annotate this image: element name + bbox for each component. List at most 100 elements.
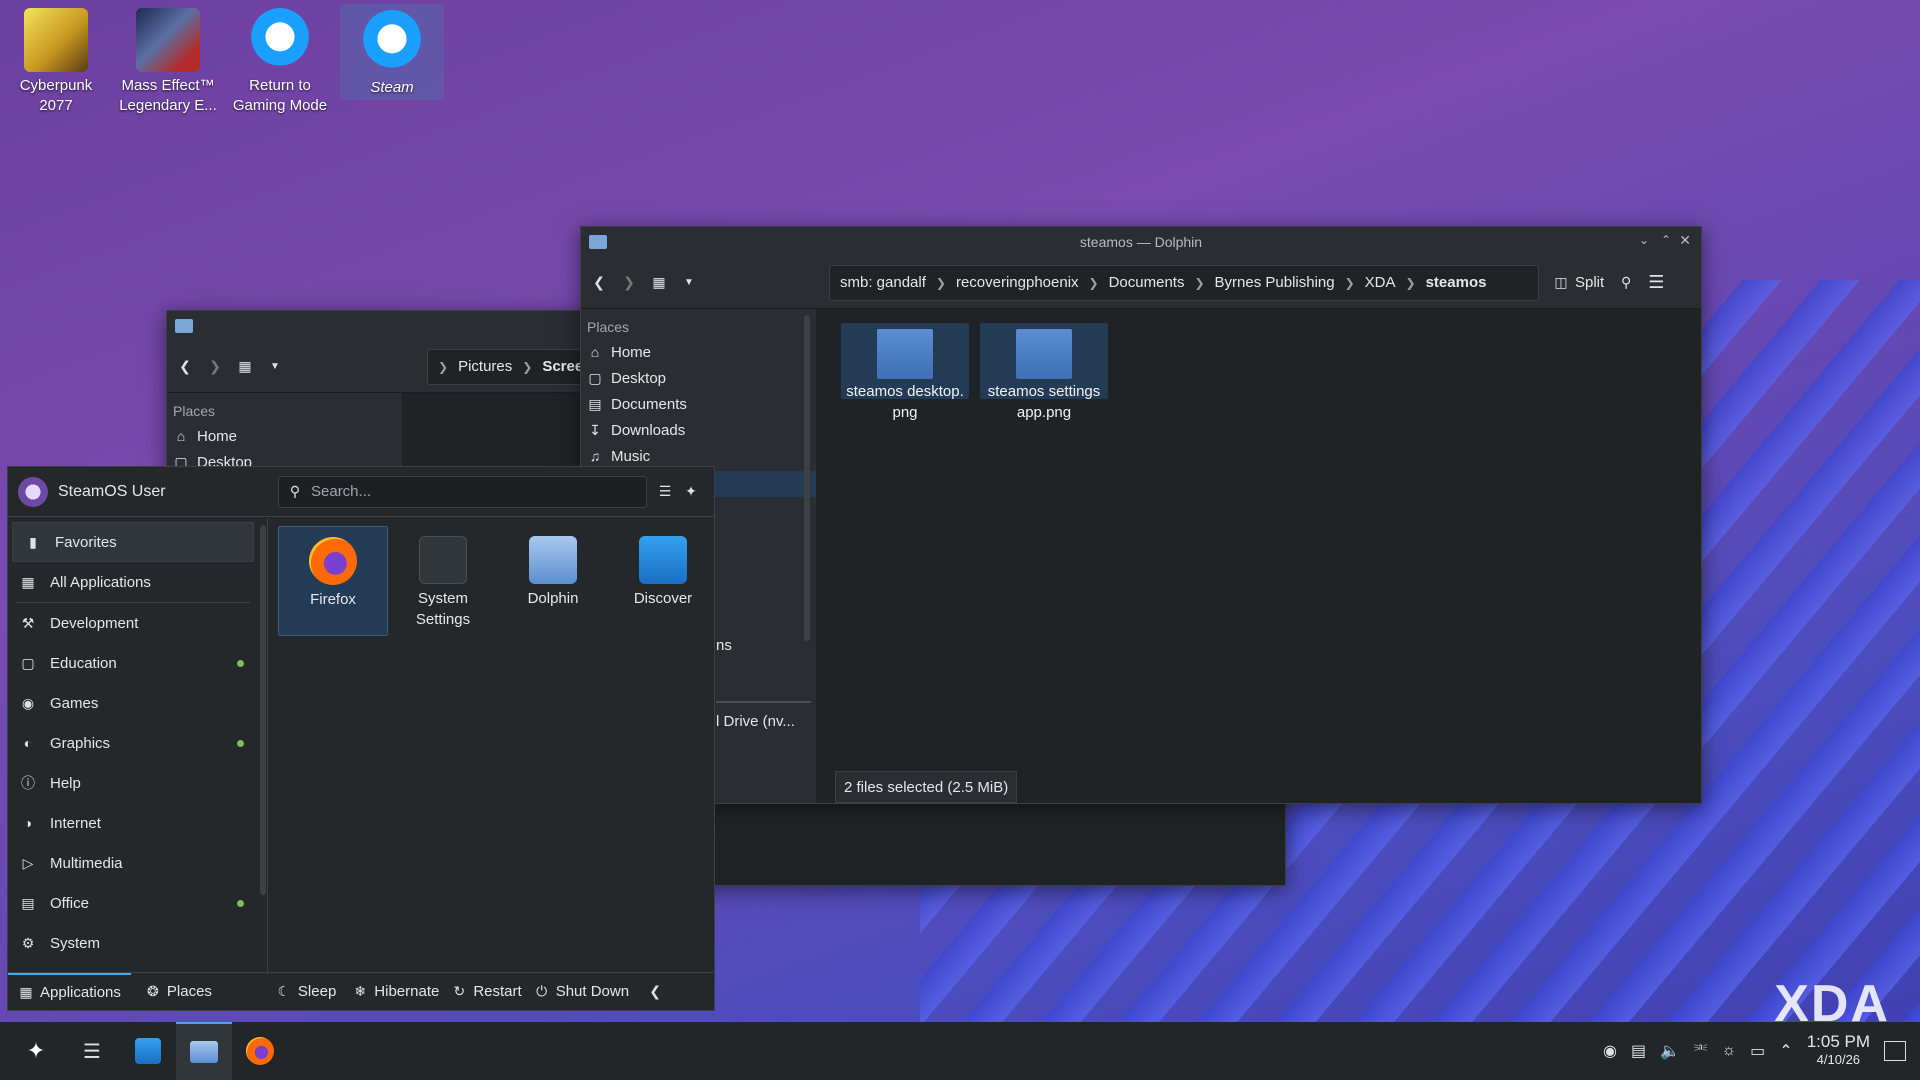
crumb-steamos[interactable]: steamos bbox=[1426, 274, 1487, 291]
place-partial-item[interactable]: ns bbox=[716, 637, 732, 654]
place-documents[interactable]: ▤ Documents bbox=[581, 391, 816, 417]
app-dolphin[interactable]: Dolphin bbox=[498, 526, 608, 636]
folder-icon bbox=[529, 536, 577, 584]
crumb-recoveringphoenix[interactable]: recoveringphoenix bbox=[956, 274, 1079, 291]
hibernate-button[interactable]: ❄ Hibernate bbox=[346, 983, 445, 1000]
network-icon[interactable]: ▭ bbox=[1750, 1041, 1765, 1061]
more-options-icon[interactable]: ❮ bbox=[647, 983, 663, 1000]
gamepad-icon: ◉ bbox=[21, 694, 35, 711]
app-discover[interactable]: Discover bbox=[608, 526, 718, 636]
crumb-smb[interactable]: smb: gandalf bbox=[840, 274, 926, 291]
close-icon[interactable]: ✕ bbox=[1679, 232, 1691, 249]
category-label: Development bbox=[50, 614, 139, 632]
taskbar-system-settings[interactable]: ☰ bbox=[64, 1022, 120, 1080]
split-button[interactable]: ◫ Split bbox=[1553, 274, 1604, 291]
places-tab[interactable]: ❂ Places bbox=[131, 983, 226, 1000]
chevron-down-icon[interactable]: ▼ bbox=[267, 361, 283, 372]
file-steamos-settings[interactable]: steamos settings app.png bbox=[980, 323, 1108, 421]
application-launcher[interactable]: SteamOS User ⚲ Search... ☰ ✦ ▮ Favorites… bbox=[7, 466, 715, 1011]
taskbar-discover[interactable] bbox=[120, 1022, 176, 1080]
desktop-icon-cyberpunk[interactable]: Cyberpunk 2077 bbox=[4, 2, 108, 116]
clock[interactable]: 1:05 PM 4/10/26 bbox=[1807, 1033, 1870, 1069]
category-all-applications[interactable]: ▦ All Applications bbox=[8, 562, 258, 602]
category-multimedia[interactable]: ▷ Multimedia bbox=[8, 843, 258, 883]
back-window-breadcrumb[interactable]: ❯ Pictures ❯ Scree bbox=[427, 348, 597, 385]
desktop-icon-mass-effect[interactable]: Mass Effect™ Legendary E... bbox=[116, 2, 220, 116]
category-education[interactable]: ▢ Education bbox=[8, 643, 258, 683]
forward-arrow-icon[interactable]: ❯ bbox=[621, 274, 637, 291]
back-arrow-icon[interactable]: ❮ bbox=[177, 358, 193, 375]
media-icon: ▷ bbox=[22, 854, 34, 871]
back-arrow-icon[interactable]: ❮ bbox=[591, 274, 607, 291]
category-help[interactable]: ⓘ Help bbox=[8, 763, 258, 803]
avatar[interactable] bbox=[18, 476, 48, 507]
steam-return-icon bbox=[248, 8, 312, 72]
file-name: steamos desktop. bbox=[846, 383, 964, 400]
place-downloads[interactable]: ↧ Downloads bbox=[581, 417, 816, 443]
file-steamos-desktop[interactable]: steamos desktop. png bbox=[841, 323, 969, 421]
split-label: Split bbox=[1575, 274, 1605, 291]
separator-icon: ❯ bbox=[935, 275, 946, 290]
brightness-icon[interactable]: ☼ bbox=[1721, 1042, 1736, 1060]
crumb-screenshots[interactable]: Scree bbox=[542, 358, 583, 375]
place-home[interactable]: ⌂ Home bbox=[167, 423, 402, 449]
category-graphics[interactable]: ◐ Graphics bbox=[8, 723, 258, 763]
volume-icon[interactable]: 🔈 bbox=[1660, 1041, 1680, 1061]
category-label: Office bbox=[50, 894, 89, 912]
hamburger-menu-icon[interactable]: ☰ bbox=[1648, 272, 1664, 293]
category-system[interactable]: ⚙ System bbox=[8, 923, 258, 963]
show-desktop-icon[interactable] bbox=[1884, 1041, 1906, 1061]
bluetooth-icon[interactable]: ⎃ bbox=[1694, 1042, 1707, 1060]
app-system-settings[interactable]: System Settings bbox=[388, 526, 498, 636]
filter-icon[interactable]: ☰ bbox=[657, 483, 673, 500]
taskbar-dolphin[interactable] bbox=[176, 1022, 232, 1080]
crumb-documents[interactable]: Documents bbox=[1109, 274, 1185, 291]
chevron-up-icon[interactable]: ⌃ bbox=[1779, 1041, 1792, 1061]
crumb-xda[interactable]: XDA bbox=[1365, 274, 1396, 291]
monitor-icon: ▢ bbox=[21, 654, 35, 671]
shutdown-button[interactable]: ⏻ Shut Down bbox=[528, 983, 635, 1000]
search-icon[interactable]: ⚲ bbox=[1618, 274, 1634, 291]
desktop-icon-steam[interactable]: Steam bbox=[340, 4, 444, 100]
category-internet[interactable]: ◑ Internet bbox=[8, 803, 258, 843]
restart-button[interactable]: ↻ Restart bbox=[445, 983, 527, 1000]
launcher-divider bbox=[267, 518, 268, 974]
launcher-header: SteamOS User ⚲ Search... ☰ ✦ bbox=[8, 467, 714, 517]
forward-arrow-icon[interactable]: ❯ bbox=[207, 358, 223, 375]
category-development[interactable]: ⚒ Development bbox=[8, 603, 258, 643]
dolphin-titlebar[interactable]: steamos — Dolphin ⌄ ⌃ ✕ bbox=[581, 227, 1701, 257]
sleep-button[interactable]: ☾ Sleep bbox=[266, 983, 346, 1000]
dolphin-file-view[interactable]: steamos desktop. png steamos settings ap… bbox=[835, 309, 1701, 803]
minimize-icon[interactable]: ⌄ bbox=[1639, 233, 1649, 247]
taskbar-firefox[interactable] bbox=[232, 1022, 288, 1080]
pin-icon[interactable]: ✦ bbox=[683, 483, 699, 500]
view-mode-icon[interactable]: ▦ bbox=[651, 274, 667, 291]
split-icon: ◫ bbox=[1554, 274, 1568, 290]
application-launcher-button[interactable]: ✦ bbox=[8, 1022, 64, 1080]
place-partial-item[interactable]: l Drive (nv... bbox=[716, 713, 795, 730]
places-scrollbar[interactable] bbox=[804, 315, 810, 641]
place-label: Documents bbox=[611, 395, 687, 413]
separator-icon: ❯ bbox=[1088, 275, 1099, 290]
category-games[interactable]: ◉ Games bbox=[8, 683, 258, 723]
maximize-icon[interactable]: ⌃ bbox=[1661, 233, 1671, 247]
place-desktop[interactable]: ▢ Desktop bbox=[581, 365, 816, 391]
app-firefox[interactable]: Firefox bbox=[278, 526, 388, 636]
steam-tray-icon[interactable]: ◉ bbox=[1603, 1041, 1617, 1061]
chevron-down-icon[interactable]: ▼ bbox=[681, 277, 697, 288]
search-input[interactable]: ⚲ Search... bbox=[278, 475, 647, 508]
dolphin-window[interactable]: steamos — Dolphin ⌄ ⌃ ✕ ❮ ❯ ▦ ▼ smb: gan… bbox=[580, 226, 1702, 804]
place-home[interactable]: ⌂ Home bbox=[581, 339, 816, 365]
applications-tab[interactable]: ▦ Applications bbox=[8, 972, 131, 1011]
desktop-icon-return-gaming[interactable]: Return to Gaming Mode bbox=[228, 2, 332, 116]
dolphin-breadcrumb[interactable]: smb: gandalf ❯ recoveringphoenix ❯ Docum… bbox=[829, 264, 1539, 301]
settings-sliders-icon: ☰ bbox=[83, 1040, 101, 1063]
category-scrollbar[interactable] bbox=[260, 525, 266, 895]
category-office[interactable]: ▤ Office bbox=[8, 883, 258, 923]
clipboard-icon[interactable]: ▤ bbox=[1631, 1041, 1646, 1061]
crumb-byrnes[interactable]: Byrnes Publishing bbox=[1215, 274, 1335, 291]
view-mode-icon[interactable]: ▦ bbox=[237, 358, 253, 375]
crumb-pictures[interactable]: Pictures bbox=[458, 358, 512, 375]
category-favorites[interactable]: ▮ Favorites bbox=[12, 522, 254, 562]
category-label: Graphics bbox=[50, 734, 111, 752]
